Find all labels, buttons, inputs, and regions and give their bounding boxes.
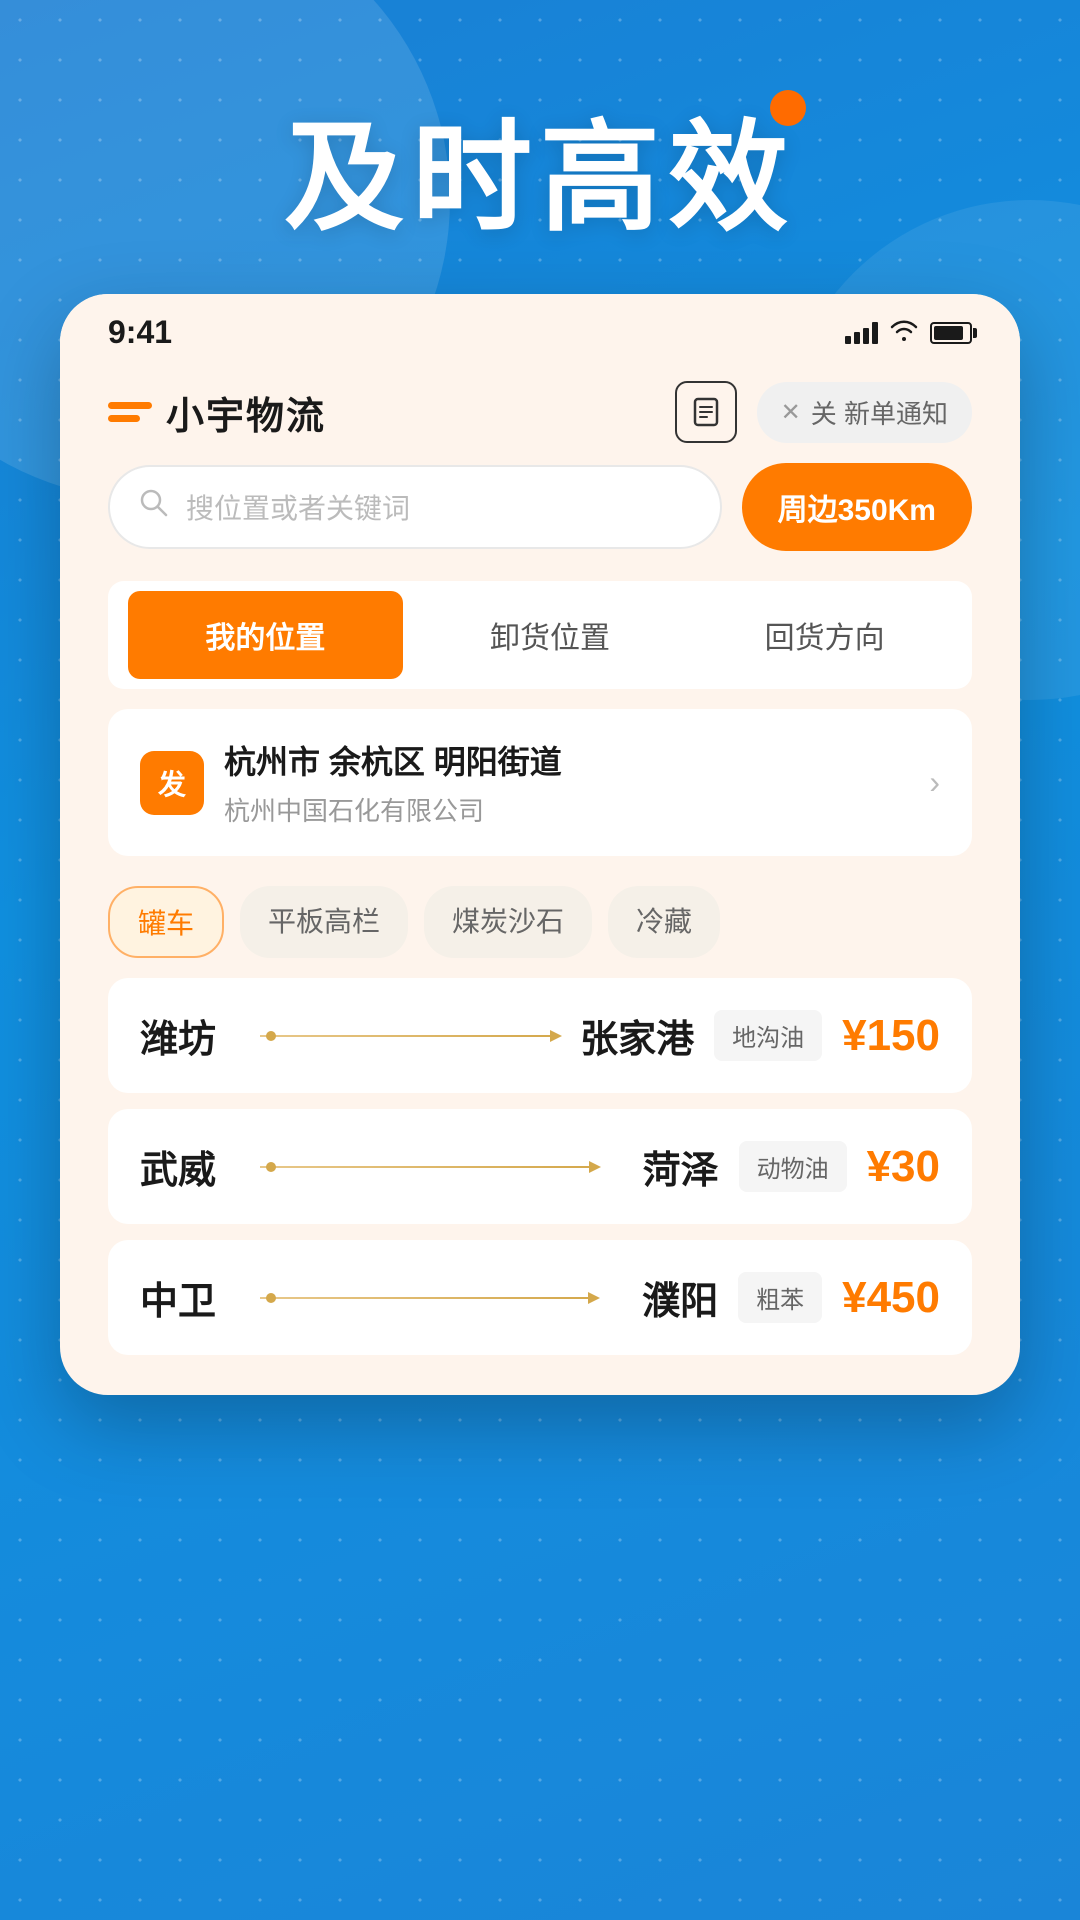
hero-dot [770,90,806,126]
status-bar: 9:41 [60,294,1020,361]
freight-price-1: ¥150 [842,1011,940,1061]
hero-title: 及时高效 [284,80,796,254]
category-flatbed[interactable]: 平板高栏 [240,886,408,958]
freight-from-3: 中卫 [140,1270,240,1325]
logo-icon [108,402,152,422]
search-input[interactable]: 搜位置或者关键词 [186,487,410,527]
freight-arrow-3 [240,1297,618,1299]
freight-arrow-2 [240,1166,619,1168]
category-coal-sand[interactable]: 煤炭沙石 [424,886,592,958]
freight-tag-2: 动物油 [739,1141,847,1192]
freight-to-3: 濮阳 [618,1270,718,1325]
app-header: 小宇物流 ✕ 关 新单通知 [60,361,1020,463]
header-right: ✕ 关 新单通知 [675,381,972,443]
freight-from-2: 武威 [140,1139,240,1194]
battery-icon [930,322,972,344]
freight-to-1: 张家港 [580,1008,694,1063]
tab-my-location[interactable]: 我的位置 [128,591,403,679]
search-icon [138,487,170,527]
status-time: 9:41 [108,314,172,351]
freight-item-1[interactable]: 潍坊 张家港 地沟油 ¥150 [108,978,972,1093]
freight-price-2: ¥30 [867,1142,940,1192]
notification-button[interactable]: ✕ 关 新单通知 [757,382,972,443]
tab-return-direction[interactable]: 回货方向 [687,591,962,679]
hero-section: 及时高效 [0,0,1080,294]
status-icons [845,319,972,347]
freight-price-3: ¥450 [842,1273,940,1323]
location-sub-text: 杭州中国石化有限公司 [224,791,909,828]
search-input-wrap[interactable]: 搜位置或者关键词 [108,465,722,549]
location-info: 杭州市 余杭区 明阳街道 杭州中国石化有限公司 [224,737,909,828]
nearby-button[interactable]: 周边350Km [742,463,972,551]
freight-tag-3: 粗苯 [738,1272,822,1323]
tab-section: 我的位置 卸货位置 回货方向 [108,581,972,689]
notification-label: 关 新单通知 [811,394,948,431]
phone-card: 9:41 [60,294,1020,1395]
freight-arrow-1 [240,1035,580,1037]
freight-from-1: 潍坊 [140,1008,240,1063]
category-tank-car[interactable]: 罐车 [108,886,224,958]
category-section: 罐车 平板高栏 煤炭沙石 冷藏 [60,876,1020,978]
app-name: 小宇物流 [166,385,326,440]
freight-item-3[interactable]: 中卫 濮阳 粗苯 ¥450 [108,1240,972,1355]
freight-item-2[interactable]: 武威 菏泽 动物油 ¥30 [108,1109,972,1224]
close-icon: ✕ [781,398,801,427]
freight-list: 潍坊 张家港 地沟油 ¥150 武威 菏泽 动物油 ¥30 中卫 濮阳 粗苯 ¥… [60,978,1020,1355]
search-section: 搜位置或者关键词 周边350Km [60,463,1020,581]
wifi-icon [890,319,918,347]
tab-unload-location[interactable]: 卸货位置 [413,591,688,679]
note-button[interactable] [675,381,737,443]
app-logo: 小宇物流 [108,385,326,440]
signal-bars-icon [845,322,878,344]
freight-tag-1: 地沟油 [714,1010,822,1061]
location-main-text: 杭州市 余杭区 明阳街道 [224,737,909,783]
category-refrigerated[interactable]: 冷藏 [608,886,720,958]
location-card[interactable]: 发 杭州市 余杭区 明阳街道 杭州中国石化有限公司 › [108,709,972,856]
chevron-right-icon: › [929,764,940,801]
fa-badge: 发 [140,751,204,815]
freight-to-2: 菏泽 [619,1139,719,1194]
